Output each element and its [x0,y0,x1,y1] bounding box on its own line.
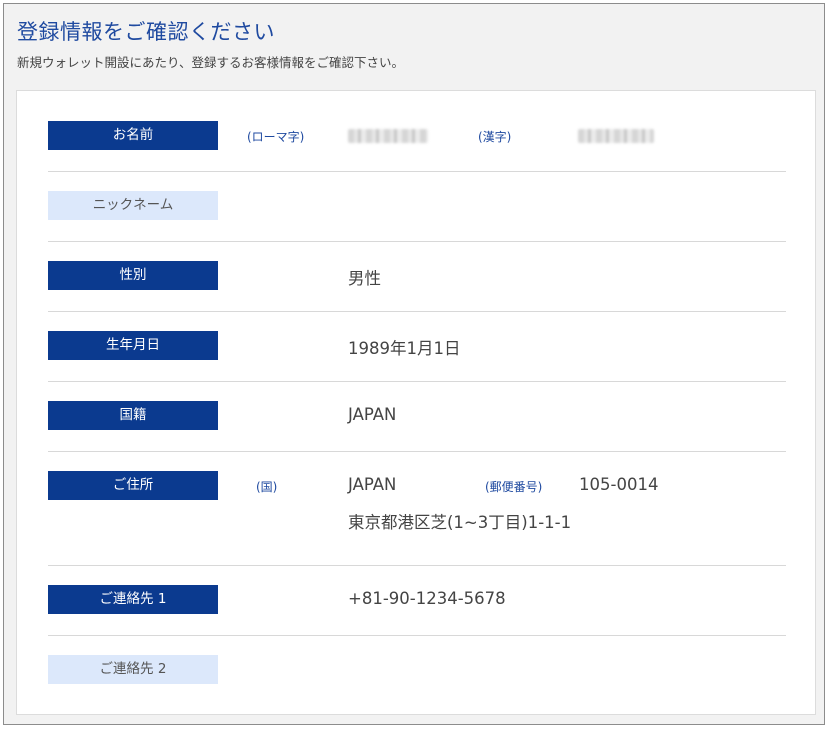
address-label: ご住所 [48,471,218,500]
gender-label: 性別 [48,261,218,290]
roman-name-value-redacted [348,129,428,143]
contact1-label: ご連絡先 1 [48,585,218,614]
contact2-row: ご連絡先 2 [48,635,786,705]
nationality-value: JAPAN [348,405,397,424]
street-address-value: 東京都港区芝(1~3丁目)1-1-1 [348,513,572,532]
name-row: お名前 (ローマ字) (漢字) [48,91,786,172]
address-row: ご住所 (国) JAPAN (郵便番号) 105-0014 東京都港区芝(1~3… [48,451,786,566]
nickname-label: ニックネーム [48,191,218,220]
contact1-value: +81-90-1234-5678 [348,589,506,608]
postal-code-label: (郵便番号) [485,480,543,494]
address-country-label: (国) [256,480,278,494]
page-title: 登録情報をご確認ください [17,20,275,44]
address-country-value: JAPAN [348,475,397,494]
kanji-name-value-redacted [578,129,654,143]
name-label: お名前 [48,121,218,150]
postal-code-value: 105-0014 [579,475,659,494]
confirmation-panel: 登録情報をご確認ください 新規ウォレット開設にあたり、登録するお客様情報をご確認… [3,3,825,725]
contact1-row: ご連絡先 1 +81-90-1234-5678 [48,565,786,636]
gender-row: 性別 男性 [48,241,786,312]
nationality-row: 国籍 JAPAN [48,381,786,452]
registration-info-card: お名前 (ローマ字) (漢字) ニックネーム 性別 男性 生年月日 1989年1… [16,90,816,715]
birthdate-value: 1989年1月1日 [348,339,461,358]
nickname-row: ニックネーム [48,171,786,242]
page-subtitle: 新規ウォレット開設にあたり、登録するお客様情報をご確認下さい。 [17,55,405,70]
gender-value: 男性 [348,269,381,288]
roman-name-label: (ローマ字) [247,130,305,144]
nationality-label: 国籍 [48,401,218,430]
birthdate-label: 生年月日 [48,331,218,360]
kanji-name-label: (漢字) [478,130,512,144]
birthdate-row: 生年月日 1989年1月1日 [48,311,786,382]
contact2-label: ご連絡先 2 [48,655,218,684]
